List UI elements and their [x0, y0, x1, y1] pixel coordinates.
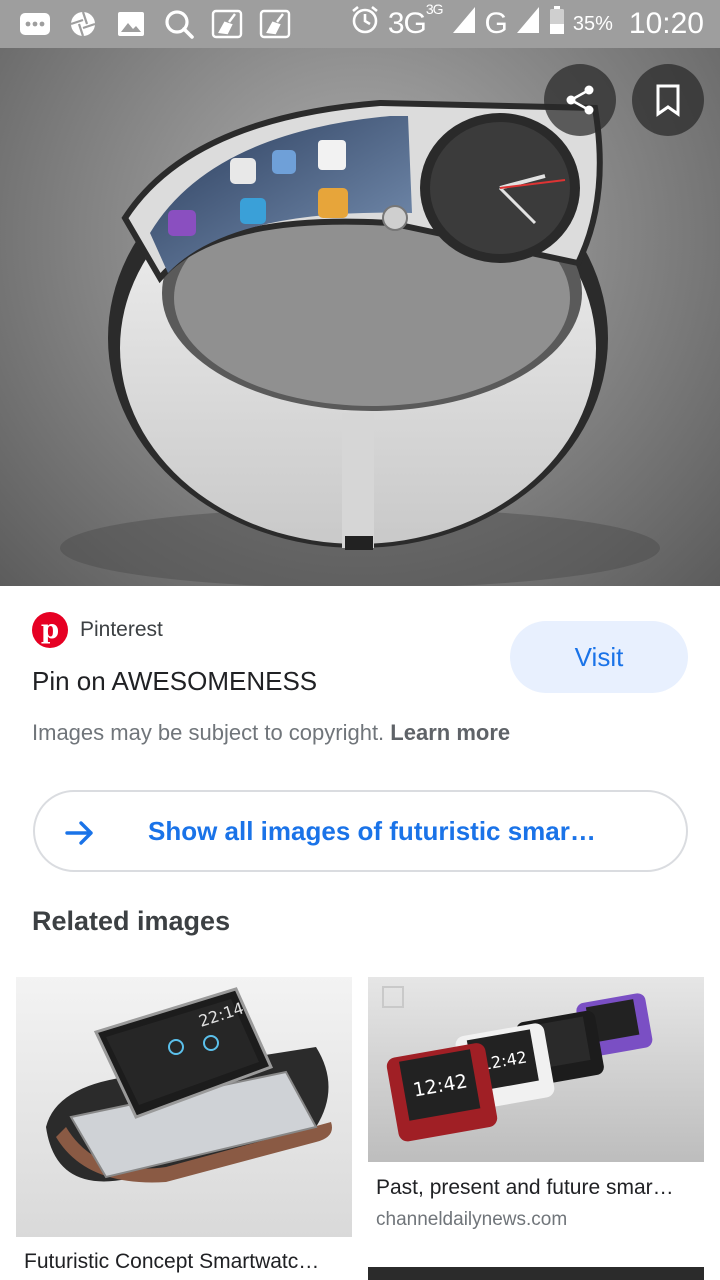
- network-3g: 3G3G: [387, 1, 444, 41]
- bookmark-icon: [656, 84, 680, 117]
- related-images-heading: Related images: [32, 906, 231, 936]
- network-3g-label: 3G: [387, 7, 427, 40]
- network-g: G: [484, 7, 508, 40]
- alarm-icon: [350, 5, 380, 43]
- message-icon: [18, 10, 52, 38]
- battery-icon: [549, 5, 565, 43]
- battery-percent: 35%: [572, 12, 613, 35]
- visit-button[interactable]: Visit: [510, 621, 688, 693]
- smartwatches-thumbnail-illustration: 12:42 12:42: [382, 986, 653, 1142]
- copyright-notice: Images may be subject to copyright. Lear…: [32, 720, 510, 746]
- result-title[interactable]: Pin on AWESOMENESS: [32, 666, 317, 697]
- aperture-icon: [66, 10, 100, 38]
- next-related-image-thumbnail[interactable]: [368, 1267, 704, 1280]
- related-image-title[interactable]: Futuristic Concept Smartwatc…: [24, 1250, 346, 1274]
- search-icon: [162, 10, 196, 39]
- source-name: Pinterest: [80, 618, 163, 641]
- arrow-right-icon: [65, 821, 93, 845]
- related-image-title[interactable]: Past, present and future smar…: [376, 1176, 698, 1200]
- status-bar: 3G3G G 35% 10:20: [0, 0, 720, 48]
- share-icon: [566, 85, 594, 115]
- clock: 10:20: [628, 7, 704, 40]
- learn-more-link[interactable]: Learn more: [390, 720, 510, 745]
- show-all-label: Show all images of futuristic smar…: [148, 815, 596, 846]
- notification-icons: [0, 9, 292, 39]
- gallery-icon: [114, 10, 148, 38]
- pinterest-logo-icon: p: [32, 612, 68, 648]
- related-image-thumbnail[interactable]: 12:42 12:42: [368, 977, 704, 1162]
- signal-icon: [515, 5, 541, 43]
- network-3g-sup: 3G: [425, 1, 444, 17]
- bracelet-watch-illustration: [60, 99, 660, 586]
- system-status: 3G3G G 35% 10:20: [350, 0, 704, 48]
- save-button[interactable]: [632, 64, 704, 136]
- related-image-card[interactable]: 12:42 12:42 Past, present and future sma…: [368, 977, 704, 1280]
- related-image-card[interactable]: 22:14 Futuristic Concept Smartwatc…: [16, 977, 352, 1280]
- share-button[interactable]: [544, 64, 616, 136]
- source-row[interactable]: p Pinterest: [32, 612, 163, 648]
- related-image-site[interactable]: channeldailynews.com: [376, 1209, 567, 1231]
- main-image[interactable]: [0, 48, 720, 586]
- signal-icon: [451, 5, 477, 43]
- copyright-text: Images may be subject to copyright.: [32, 720, 385, 745]
- smartwatch-thumbnail-illustration: 22:14: [46, 987, 332, 1183]
- cleaner-icon: [258, 9, 292, 39]
- cleaner-icon: [210, 9, 244, 39]
- related-image-thumbnail[interactable]: 22:14: [16, 977, 352, 1237]
- show-all-images-button[interactable]: Show all images of futuristic smar…: [33, 790, 688, 872]
